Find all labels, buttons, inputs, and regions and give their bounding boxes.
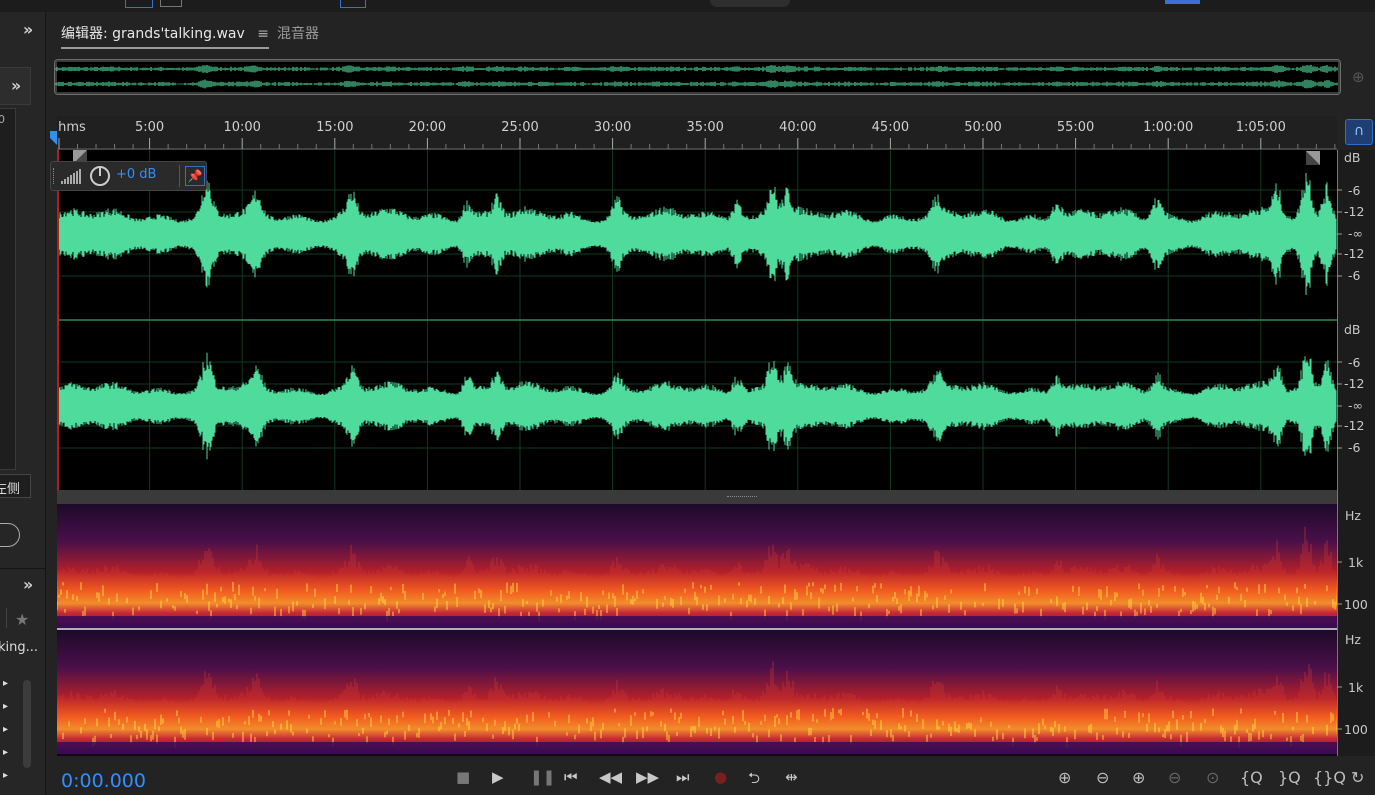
editor-tab-header: 编辑器: grands'talking.wav ≡ 混音器 — [46, 12, 1375, 49]
splitter-grip[interactable] — [727, 496, 757, 499]
toggle-button[interactable] — [0, 523, 20, 547]
expand-panel-icon[interactable]: ›› — [23, 20, 33, 39]
ruler-time-label: 50:00 — [964, 120, 1002, 135]
stop-icon[interactable]: ■ — [456, 768, 470, 786]
time-ruler[interactable]: hms 5:00 10:00 15:00 20:00 25:00 30:00 35:00 40:… — [57, 116, 1358, 150]
db-tick: -6 — [1348, 355, 1361, 370]
ruler-time-label: 10:00 — [223, 120, 261, 135]
ruler-time-label: 20:00 — [408, 120, 447, 135]
gain-knob-icon[interactable] — [89, 165, 111, 187]
db-tick: -6 — [1348, 440, 1361, 455]
db-tick: -∞ — [1348, 226, 1363, 241]
pin-icon[interactable]: 📌 — [185, 166, 205, 186]
spectrogram-graphic — [57, 504, 1337, 754]
ruler-time-label: 5:00 — [134, 120, 165, 135]
scrollbar[interactable] — [23, 680, 31, 768]
ruler-time-label: 35:00 — [686, 120, 724, 135]
ruler-time-label: hms — [58, 120, 86, 135]
timecode-display[interactable]: 0:00.000 — [61, 770, 146, 792]
waveform-graphic — [57, 150, 1337, 490]
db-tick: -∞ — [1348, 398, 1363, 413]
hz-unit-label: Hz — [1345, 508, 1361, 523]
file-name-fragment[interactable]: king... — [0, 640, 38, 655]
view-splitter[interactable] — [57, 490, 1337, 504]
spectrogram-panel[interactable] — [57, 504, 1337, 756]
ruler-time-label: 40:00 — [779, 120, 817, 135]
workspace-icon[interactable] — [125, 0, 153, 8]
left-panel: ›› ›› 0 左侧 ›› ★ king... ▸ ▸ ▸ ▸ ▸ — [0, 12, 46, 795]
channel-side-label: 左侧 — [0, 482, 21, 497]
hz-tick: 1k — [1348, 680, 1364, 695]
db-unit-label: dB — [1344, 150, 1361, 165]
ruler-time-label: 25:00 — [501, 120, 539, 135]
zoom-both-edges-icon[interactable]: {}Q — [1313, 768, 1346, 787]
zoom-reset-icon[interactable]: ↻ — [1351, 768, 1364, 787]
db-tick: -12 — [1344, 418, 1365, 433]
record-icon[interactable]: ● — [714, 768, 727, 786]
level-meter-icon — [61, 169, 81, 184]
divider — [0, 568, 45, 569]
search-field[interactable] — [710, 0, 790, 7]
ruler-time-label: 55:00 — [1056, 120, 1095, 135]
skip-to-start-icon[interactable]: ⏮ — [564, 768, 578, 786]
ruler-time-label: 30:00 — [593, 120, 632, 135]
hud-drag-handle[interactable] — [53, 168, 57, 184]
db-tick: -6 — [1348, 183, 1361, 198]
active-workspace-indicator — [1165, 0, 1200, 4]
tree-expanders[interactable]: ▸ ▸ ▸ ▸ ▸ — [3, 672, 8, 787]
favorite-star-icon[interactable]: ★ — [15, 610, 29, 629]
db-tick: -12 — [1344, 376, 1365, 391]
zoom-in-amplitude-icon[interactable]: ⊕ — [1058, 768, 1071, 787]
zoom-to-selection-icon[interactable]: }Q — [1278, 768, 1301, 787]
amplitude-frequency-scale: dB -6 -12 -∞ -12 -6 dB -6 -12 -∞ -12 -6 … — [1337, 150, 1375, 756]
db-unit-label: dB — [1344, 322, 1361, 337]
zoom-in-time-icon[interactable]: ⊕ — [1132, 768, 1145, 787]
ruler-time-label: 45:00 — [871, 120, 910, 135]
spectral-view-icon[interactable] — [340, 0, 366, 8]
gain-hud[interactable]: +0 dB 📌 — [50, 161, 207, 191]
divider — [6, 608, 7, 628]
waveform-panel[interactable] — [57, 150, 1337, 490]
play-icon[interactable]: ▶ — [492, 768, 504, 786]
zoom-out-time-icon[interactable]: ⊖ — [1168, 768, 1181, 787]
partial-number: 0 — [0, 113, 5, 126]
hz-tick: 100 — [1344, 722, 1368, 737]
hz-tick: 100 — [1344, 597, 1368, 612]
zoom-selection-icon[interactable]: {Q — [1240, 768, 1263, 787]
files-list-area[interactable]: 0 — [0, 108, 16, 470]
skip-to-end-icon[interactable]: ⏭ — [676, 768, 690, 786]
ruler-time-label: 1:00:00 — [1143, 120, 1194, 135]
ruler-time-label: 1:05:00 — [1235, 120, 1286, 135]
expand-panel-icon[interactable]: ›› — [11, 76, 21, 95]
channel-side-field[interactable]: 左侧 — [0, 474, 31, 498]
snap-magnet-icon[interactable]: ∩ — [1345, 119, 1373, 145]
hz-tick: 1k — [1348, 555, 1364, 570]
db-tick: -12 — [1344, 204, 1365, 219]
zoom-out-full-icon[interactable]: ⊙ — [1206, 768, 1219, 787]
tab-editor-label: 编辑器: grands'talking.wav — [61, 26, 245, 42]
fade-out-handle[interactable] — [1306, 151, 1320, 165]
zoom-out-full-icon[interactable]: ⊕ — [1352, 68, 1372, 88]
db-tick: -6 — [1348, 268, 1361, 283]
layout-icon[interactable] — [160, 0, 182, 7]
loop-icon[interactable]: ⮌ — [748, 768, 760, 793]
fast-forward-icon[interactable]: ▶▶ — [636, 768, 659, 786]
transport-bar: 0:00.000 ■ ▶ ❚❚ ⏮ ◀◀ ▶▶ ⏭ ● ⮌ ⇹ ⊕ ⊖ ⊕ ⊖ … — [46, 756, 1375, 795]
rewind-icon[interactable]: ◀◀ — [599, 768, 622, 786]
expand-panel-icon[interactable]: ›› — [23, 575, 33, 594]
tab-mixer[interactable]: 混音器 — [277, 23, 319, 43]
ruler-time-label: 15:00 — [316, 120, 354, 135]
hz-unit-label: Hz — [1345, 632, 1361, 647]
skip-selection-icon[interactable]: ⇹ — [785, 768, 798, 786]
db-tick: -12 — [1344, 246, 1365, 261]
tab-menu-icon[interactable]: ≡ — [257, 26, 269, 42]
pause-icon[interactable]: ❚❚ — [530, 768, 555, 786]
tab-editor[interactable]: 编辑器: grands'talking.wav ≡ — [61, 23, 269, 49]
divider — [179, 165, 180, 187]
panel-header: ›› — [0, 67, 31, 105]
zoom-out-amplitude-icon[interactable]: ⊖ — [1096, 768, 1109, 787]
gain-value[interactable]: +0 dB — [116, 167, 156, 182]
waveform-overview[interactable] — [54, 59, 1341, 95]
overview-waveform-graphic — [55, 64, 1338, 89]
